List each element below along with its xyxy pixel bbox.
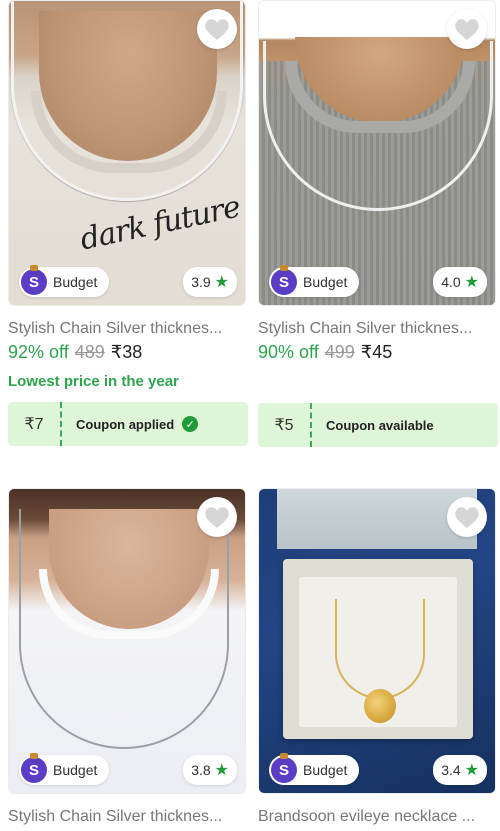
wishlist-button[interactable]: [447, 9, 487, 49]
budget-badge: S Budget: [19, 753, 110, 785]
product-title[interactable]: Brandsoon evileye necklace ...: [258, 808, 490, 826]
product-image[interactable]: S Budget 3.4 ★: [258, 488, 496, 794]
budget-label: Budget: [303, 274, 348, 290]
final-price: ₹38: [110, 342, 143, 362]
coupon-text: Coupon applied: [76, 416, 175, 432]
product-card[interactable]: S Budget 4.0 ★ Stylish Chain Silver thic…: [258, 0, 498, 447]
final-price: ₹45: [360, 342, 393, 362]
budget-badge: S Budget: [19, 265, 110, 297]
product-card[interactable]: S Budget 3.8 ★ Stylish Chain Silver thic…: [8, 488, 248, 826]
heart-icon: [205, 19, 229, 40]
coupon-status: Coupon available: [312, 403, 498, 447]
coupon-text: Coupon available: [326, 417, 434, 433]
discount-percent: 90% off: [258, 342, 319, 362]
s-money-bag-icon: S: [271, 753, 297, 783]
s-money-bag-icon: S: [21, 753, 47, 783]
star-icon: ★: [464, 762, 479, 779]
product-card[interactable]: dark future S Budget 3.9 ★ Stylish Chain…: [8, 0, 248, 446]
star-icon: ★: [214, 274, 229, 291]
product-image[interactable]: dark future S Budget 3.9 ★: [8, 0, 246, 306]
rating-badge: 3.9 ★: [183, 267, 237, 297]
product-card[interactable]: S Budget 3.4 ★ Brandsoon evileye necklac…: [258, 488, 498, 826]
budget-label: Budget: [53, 274, 98, 290]
star-icon: ★: [464, 274, 479, 291]
wishlist-button[interactable]: [197, 9, 237, 49]
coupon-status: Coupon applied ✓: [62, 402, 248, 446]
rating-value: 3.4: [441, 762, 461, 778]
wishlist-button[interactable]: [447, 497, 487, 537]
rating-value: 3.9: [191, 274, 211, 290]
product-title[interactable]: Stylish Chain Silver thicknes...: [8, 320, 240, 338]
heart-icon: [455, 19, 479, 40]
product-image[interactable]: S Budget 4.0 ★: [258, 0, 496, 306]
product-title[interactable]: Stylish Chain Silver thicknes...: [8, 808, 240, 826]
heart-icon: [455, 507, 479, 528]
budget-badge: S Budget: [269, 265, 360, 297]
budget-label: Budget: [53, 762, 98, 778]
price-row: 90% off 499 ₹45: [258, 342, 498, 363]
rating-badge: 3.4 ★: [433, 755, 487, 785]
original-price: 489: [74, 342, 105, 362]
check-icon: ✓: [182, 416, 199, 432]
rating-badge: 4.0 ★: [433, 267, 487, 297]
s-money-bag-icon: S: [271, 265, 297, 295]
star-icon: ★: [214, 762, 229, 779]
wishlist-button[interactable]: [197, 497, 237, 537]
rating-value: 3.8: [191, 762, 211, 778]
budget-label: Budget: [303, 762, 348, 778]
shirt-print-text: dark future: [77, 189, 243, 258]
coupon-banner[interactable]: ₹5 Coupon available: [258, 403, 498, 447]
rating-value: 4.0: [441, 274, 461, 290]
s-money-bag-icon: S: [21, 265, 47, 295]
coupon-amount: ₹7: [8, 402, 62, 446]
original-price: 499: [324, 342, 355, 362]
lowest-price-tag: Lowest price in the year: [8, 373, 179, 390]
budget-badge: S Budget: [269, 753, 360, 785]
heart-icon: [205, 507, 229, 528]
discount-percent: 92% off: [8, 342, 69, 362]
coupon-amount: ₹5: [258, 403, 312, 447]
rating-badge: 3.8 ★: [183, 755, 237, 785]
price-row: 92% off 489 ₹38: [8, 342, 248, 363]
product-title[interactable]: Stylish Chain Silver thicknes...: [258, 320, 490, 338]
product-image[interactable]: S Budget 3.8 ★: [8, 488, 246, 794]
coupon-banner[interactable]: ₹7 Coupon applied ✓: [8, 402, 248, 446]
